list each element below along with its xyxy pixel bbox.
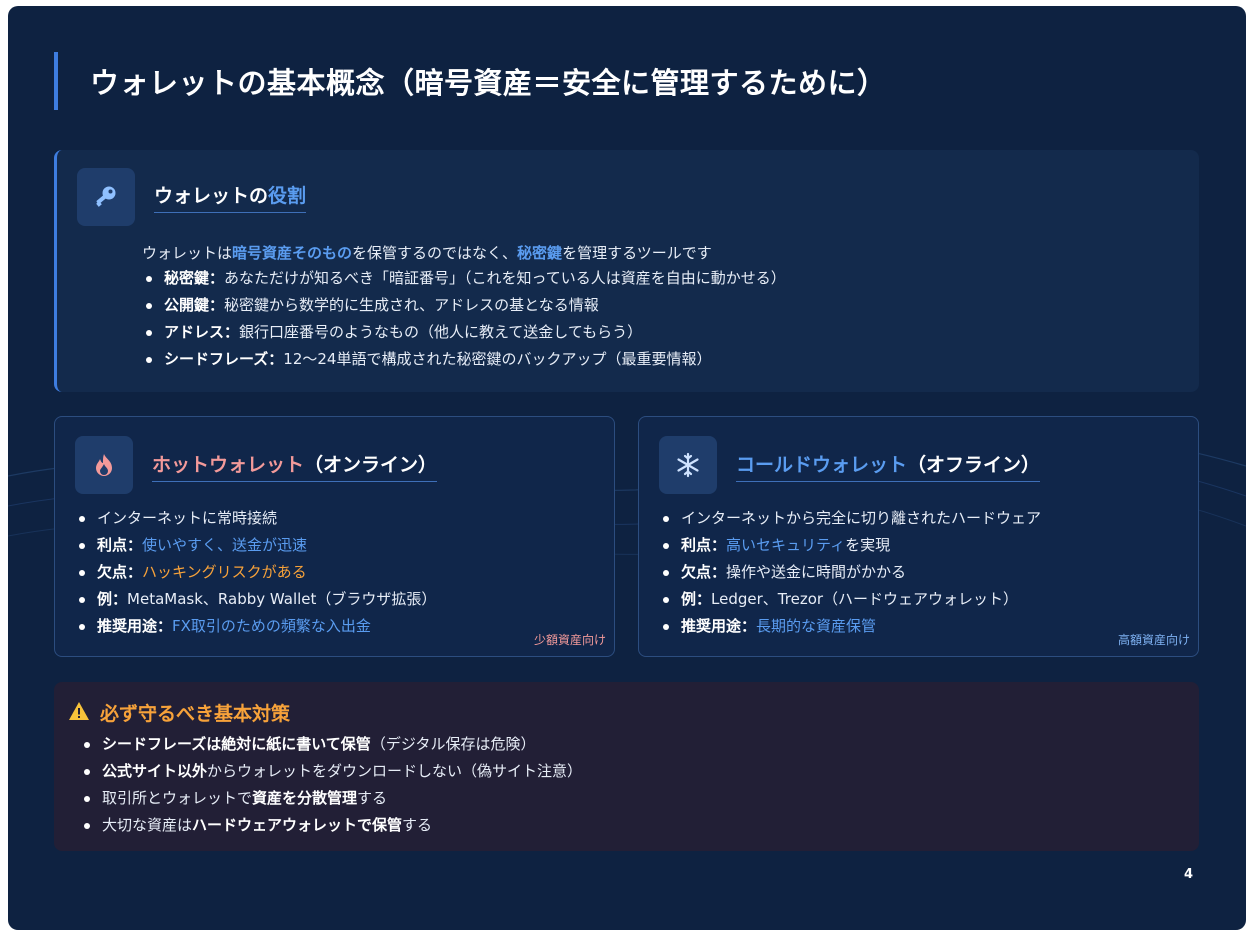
item-bold: ハードウェアウォレットで保管 xyxy=(192,816,403,834)
warning-list: シードフレーズは絶対に紙に書いて保管（デジタル保存は危険） 公式サイト以外からウ… xyxy=(80,731,582,839)
list-item: シードフレーズ：12〜24単語で構成された秘密鍵のバックアップ（最重要情報） xyxy=(142,346,786,373)
item-sep: ： xyxy=(268,350,284,368)
item-key: 公開鍵 xyxy=(164,296,210,314)
list-item: シードフレーズは絶対に紙に書いて保管（デジタル保存は危険） xyxy=(80,731,582,758)
item-key: 例 xyxy=(97,590,113,608)
list-item: 利点：使いやすく、送金が迅速 xyxy=(75,532,436,559)
list-item: 秘密鍵：あなただけが知るべき「暗証番号」（これを知っている人は資産を自由に動かせ… xyxy=(142,265,786,292)
item-text: 操作や送金に時間がかかる xyxy=(726,563,907,581)
warning-title: 必ず守るべき基本対策 xyxy=(100,703,291,725)
item-key: 利点 xyxy=(681,536,712,554)
item-text: からウォレットをダウンロードしない（偽サイト注意） xyxy=(207,762,583,780)
snowflake-icon xyxy=(659,436,717,494)
hot-wallet-tag: 少額資産向け xyxy=(533,633,606,647)
warning-icon xyxy=(69,702,89,720)
item-text: 銀行口座番号のようなもの（他人に教えて送金してもらう） xyxy=(239,323,643,341)
item-key: 利点 xyxy=(97,536,128,554)
item-text: 大切な資産は xyxy=(102,816,193,834)
cold-wallet-title-rest: （オフライン） xyxy=(907,454,1041,476)
item-text: 秘密鍵から数学的に生成され、アドレスの基となる情報 xyxy=(224,296,599,314)
item-text: 取引所とウォレットで xyxy=(102,789,253,807)
list-item: インターネットから完全に切り離されたハードウェア xyxy=(659,505,1041,532)
hot-wallet-title: ホットウォレット（オンライン） xyxy=(152,450,438,482)
list-item: 取引所とウォレットで資産を分散管理する xyxy=(80,785,582,812)
slide: ウォレットの基本概念（暗号資産＝安全に管理するために） ウォレットの役割 ウォレ… xyxy=(8,6,1246,930)
item-text: を実現 xyxy=(845,536,891,554)
item-bold: シードフレーズは絶対に紙に書いて保管 xyxy=(102,735,371,753)
item-bold: 公式サイト以外 xyxy=(102,762,208,780)
list-item: 例：MetaMask、Rabby Wallet（ブラウザ拡張） xyxy=(75,586,436,613)
list-item: 欠点：操作や送金に時間がかかる xyxy=(659,559,1041,586)
item-text: ハッキングリスクがある xyxy=(142,563,307,581)
list-item: 公開鍵：秘密鍵から数学的に生成され、アドレスの基となる情報 xyxy=(142,292,786,319)
hot-wallet-title-rest: （オンライン） xyxy=(304,454,438,476)
item-key: 推奨用途 xyxy=(97,617,158,635)
wallet-role-title: ウォレットの役割 xyxy=(154,181,307,213)
cold-wallet-list: インターネットから完全に切り離されたハードウェア 利点：高いセキュリティを実現 … xyxy=(659,505,1041,640)
list-item: 欠点：ハッキングリスクがある xyxy=(75,559,436,586)
wallet-role-title-prefix: ウォレットの xyxy=(154,185,269,207)
lead-highlight-private-key: 秘密鍵 xyxy=(517,244,563,262)
lead-highlight-assets: 暗号資産そのもの xyxy=(232,244,353,262)
list-item: 推奨用途：FX取引のための頻繁な入出金 xyxy=(75,613,436,640)
hot-wallet-title-accent: ホットウォレット xyxy=(152,454,305,476)
item-text: インターネットに常時接続 xyxy=(97,509,278,527)
page-title: ウォレットの基本概念（暗号資産＝安全に管理するために） xyxy=(90,66,887,100)
item-key: 欠点 xyxy=(97,563,128,581)
item-text: 長期的な資産保管 xyxy=(756,617,877,635)
security-warning-card: 必ず守るべき基本対策 シードフレーズは絶対に紙に書いて保管（デジタル保存は危険）… xyxy=(54,682,1199,851)
item-text: する xyxy=(357,789,388,807)
page-number: 4 xyxy=(1184,867,1194,882)
item-sep: ： xyxy=(224,323,240,341)
item-text: MetaMask、Rabby Wallet（ブラウザ拡張） xyxy=(127,590,437,608)
item-sep: ： xyxy=(209,296,225,314)
item-text: FX取引のための頻繁な入出金 xyxy=(172,617,371,635)
item-text: 12〜24単語で構成された秘密鍵のバックアップ（最重要情報） xyxy=(283,350,712,368)
wallet-role-lead: ウォレットは暗号資産そのものを保管するのではなく、秘密鍵を管理するツールです xyxy=(142,242,712,263)
cold-wallet-card: コールドウォレット（オフライン） インターネットから完全に切り離されたハードウェ… xyxy=(638,416,1199,657)
item-text: インターネットから完全に切り離されたハードウェア xyxy=(681,509,1042,527)
list-item: 例：Ledger、Trezor（ハードウェアウォレット） xyxy=(659,586,1041,613)
lead-text: を保管するのではなく、 xyxy=(352,244,518,262)
list-item: インターネットに常時接続 xyxy=(75,505,436,532)
title-accent-bar xyxy=(54,52,58,110)
item-text: （デジタル保存は危険） xyxy=(370,735,536,753)
hot-wallet-card: ホットウォレット（オンライン） インターネットに常時接続 利点：使いやすく、送金… xyxy=(54,416,615,657)
lead-text: ウォレットは xyxy=(142,244,233,262)
list-item: 大切な資産はハードウェアウォレットで保管する xyxy=(80,812,582,839)
cold-wallet-tag: 高額資産向け xyxy=(1117,633,1190,647)
item-key: アドレス xyxy=(164,323,225,341)
wallet-role-title-accent: 役割 xyxy=(268,185,307,207)
hot-wallet-list: インターネットに常時接続 利点：使いやすく、送金が迅速 欠点：ハッキングリスクが… xyxy=(75,505,436,640)
item-bold: 資産を分散管理 xyxy=(252,789,358,807)
key-icon xyxy=(77,168,135,226)
item-text: 使いやすく、送金が迅速 xyxy=(142,536,308,554)
list-item: 利点：高いセキュリティを実現 xyxy=(659,532,1041,559)
item-key: 秘密鍵 xyxy=(164,269,210,287)
item-text: する xyxy=(402,816,433,834)
item-text: Ledger、Trezor（ハードウェアウォレット） xyxy=(711,590,1019,608)
list-item: 推奨用途：長期的な資産保管 xyxy=(659,613,1041,640)
item-sep: ： xyxy=(209,269,225,287)
list-item: 公式サイト以外からウォレットをダウンロードしない（偽サイト注意） xyxy=(80,758,582,785)
cold-wallet-title: コールドウォレット（オフライン） xyxy=(736,450,1041,482)
item-key: 例 xyxy=(681,590,697,608)
item-key: 推奨用途 xyxy=(681,617,742,635)
wallet-role-list: 秘密鍵：あなただけが知るべき「暗証番号」（これを知っている人は資産を自由に動かせ… xyxy=(142,265,786,373)
flame-icon xyxy=(75,436,133,494)
item-key: 欠点 xyxy=(681,563,712,581)
lead-text: を管理するツールです xyxy=(562,244,712,262)
item-text: あなただけが知るべき「暗証番号」（これを知っている人は資産を自由に動かせる） xyxy=(224,269,786,287)
item-highlight: 高いセキュリティ xyxy=(726,536,846,554)
item-key: シードフレーズ xyxy=(164,350,269,368)
list-item: アドレス：銀行口座番号のようなもの（他人に教えて送金してもらう） xyxy=(142,319,786,346)
cold-wallet-title-accent: コールドウォレット xyxy=(736,454,908,476)
wallet-role-card: ウォレットの役割 ウォレットは暗号資産そのものを保管するのではなく、秘密鍵を管理… xyxy=(54,150,1199,392)
